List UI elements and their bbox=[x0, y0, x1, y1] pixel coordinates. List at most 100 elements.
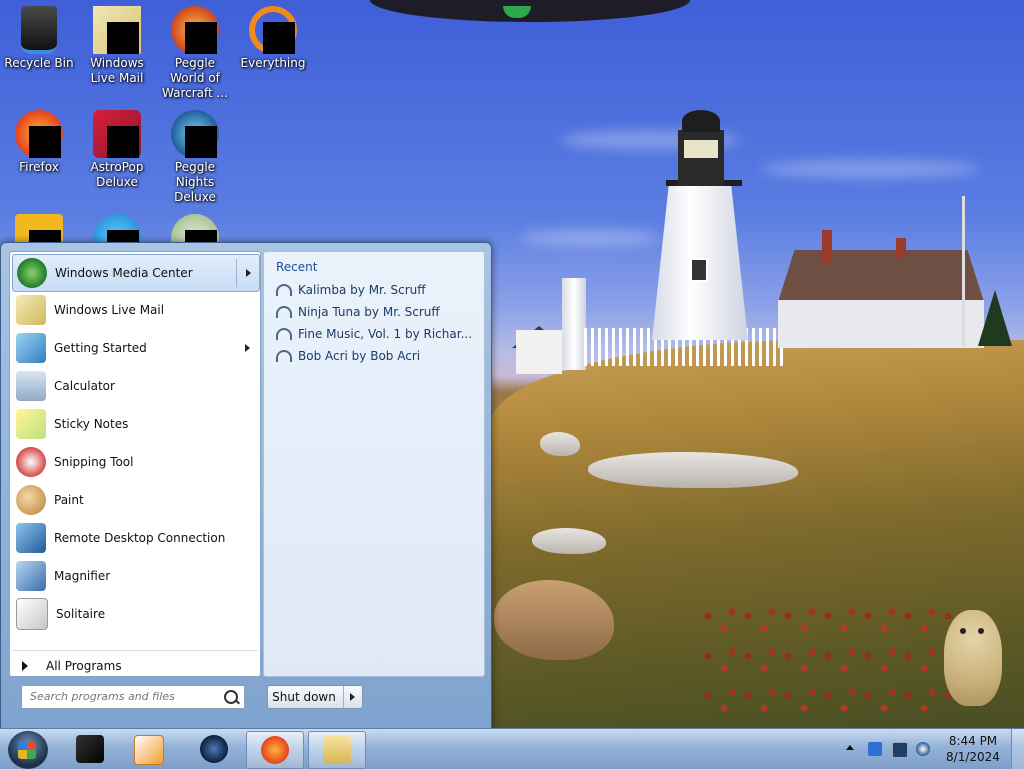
clock-date: 8/1/2024 bbox=[946, 750, 1000, 764]
program-magnifier[interactable]: Magnifier bbox=[12, 558, 258, 594]
calculator-icon bbox=[16, 371, 46, 401]
program-label: Snipping Tool bbox=[54, 455, 134, 469]
program-label: Solitaire bbox=[56, 607, 106, 621]
volume-icon[interactable] bbox=[916, 742, 930, 756]
desktop-icon-label: Recycle Bin bbox=[4, 56, 74, 70]
solitaire-icon bbox=[16, 598, 48, 630]
desktop-icon-label: AstroPop Deluxe bbox=[90, 160, 144, 189]
program-windows-live-mail[interactable]: Windows Live Mail bbox=[12, 292, 258, 328]
headphones-icon bbox=[276, 306, 292, 318]
desktop-icon-peggle-nights[interactable]: Peggle Nights Deluxe bbox=[156, 106, 234, 205]
program-calculator[interactable]: Calculator bbox=[12, 368, 258, 404]
submenu-arrow-icon[interactable] bbox=[246, 269, 251, 277]
gopher-mascot[interactable] bbox=[944, 610, 1002, 706]
program-getting-started[interactable]: Getting Started bbox=[12, 330, 258, 366]
remote-desktop-icon bbox=[16, 523, 46, 553]
recycle-bin-icon bbox=[21, 6, 57, 54]
taskbar-windows-explorer[interactable] bbox=[308, 731, 366, 769]
peggle-wow-icon bbox=[171, 6, 219, 54]
program-snipping-tool[interactable]: Snipping Tool bbox=[12, 444, 258, 480]
desktop-icon-astropop[interactable]: AstroPop Deluxe bbox=[78, 106, 156, 190]
desktop-icon-label: Everything bbox=[240, 56, 306, 70]
recent-item-label: Bob Acri by Bob Acri bbox=[298, 349, 421, 363]
firefox-icon bbox=[15, 110, 63, 158]
recent-pane: Recent Kalimba by Mr. Scruff Ninja Tuna … bbox=[263, 251, 485, 677]
snipping-tool-icon bbox=[16, 447, 46, 477]
program-label: Sticky Notes bbox=[54, 417, 129, 431]
desktop-icon-label: Windows Live Mail bbox=[90, 56, 144, 85]
search-icon[interactable] bbox=[224, 690, 238, 704]
submenu-arrow-icon[interactable] bbox=[245, 344, 250, 352]
clock[interactable]: 8:44 PM 8/1/2024 bbox=[942, 733, 1004, 765]
search-input[interactable] bbox=[28, 689, 222, 704]
network-icon[interactable] bbox=[892, 742, 908, 758]
windows-live-mail-icon bbox=[16, 295, 46, 325]
start-menu: Windows Media Center Windows Live Mail G… bbox=[0, 242, 492, 730]
taskbar-media-player[interactable] bbox=[120, 731, 176, 767]
show-desktop-button[interactable] bbox=[1011, 729, 1024, 769]
taskbar-firefox[interactable] bbox=[246, 731, 304, 769]
headphones-icon bbox=[276, 284, 292, 296]
media-player-icon bbox=[134, 735, 164, 765]
globe-icon bbox=[200, 735, 228, 763]
getting-started-icon bbox=[16, 333, 46, 363]
shed bbox=[516, 330, 562, 374]
start-button[interactable] bbox=[8, 731, 48, 769]
shutdown-label: Shut down bbox=[272, 690, 336, 704]
sticky-notes-icon bbox=[16, 409, 46, 439]
wildflowers bbox=[700, 600, 960, 740]
desktop-icon-peggle-wow[interactable]: Peggle World of Warcraft ... bbox=[156, 2, 234, 101]
program-paint[interactable]: Paint bbox=[12, 482, 258, 518]
recent-item[interactable]: Fine Music, Vol. 1 by Richar... bbox=[276, 324, 472, 344]
program-label: Windows Live Mail bbox=[54, 303, 165, 317]
taskbar-app-3[interactable] bbox=[186, 731, 242, 767]
program-remote-desktop-connection[interactable]: Remote Desktop Connection bbox=[12, 520, 258, 556]
clock-time: 8:44 PM bbox=[948, 734, 998, 748]
paint-icon bbox=[16, 485, 46, 515]
show-hidden-icons-icon[interactable] bbox=[846, 745, 854, 750]
recent-item[interactable]: Ninja Tuna by Mr. Scruff bbox=[276, 302, 440, 322]
all-programs-label: All Programs bbox=[46, 659, 122, 673]
desktop-icon-label: Firefox bbox=[19, 160, 59, 174]
program-label: Remote Desktop Connection bbox=[54, 531, 226, 545]
program-sticky-notes[interactable]: Sticky Notes bbox=[12, 406, 258, 442]
recent-item[interactable]: Bob Acri by Bob Acri bbox=[276, 346, 420, 366]
windows-logo-icon bbox=[18, 741, 36, 759]
bell-tower bbox=[562, 278, 586, 370]
program-label: Magnifier bbox=[54, 569, 111, 583]
shutdown-options-arrow-icon[interactable] bbox=[343, 686, 362, 708]
shutdown-button[interactable]: Shut down bbox=[267, 685, 363, 709]
taskbar-app-1[interactable] bbox=[62, 731, 118, 767]
program-label: Getting Started bbox=[54, 341, 147, 355]
rock bbox=[588, 452, 798, 488]
action-center-icon[interactable] bbox=[868, 742, 882, 756]
keeper-house bbox=[778, 300, 984, 348]
system-tray: 8:44 PM 8/1/2024 bbox=[842, 729, 1024, 769]
desktop-icon-recycle-bin[interactable]: Recycle Bin bbox=[0, 2, 78, 71]
desktop-icon-windows-live-mail[interactable]: Windows Live Mail bbox=[78, 2, 156, 86]
recent-heading: Recent bbox=[276, 260, 318, 274]
program-solitaire[interactable]: Solitaire bbox=[12, 596, 258, 632]
program-windows-media-center[interactable]: Windows Media Center bbox=[12, 254, 260, 292]
desktop-icon-label: Peggle Nights Deluxe bbox=[174, 160, 216, 204]
desktop-icon-label: Peggle World of Warcraft ... bbox=[162, 56, 228, 100]
all-programs-button[interactable]: All Programs bbox=[12, 650, 258, 681]
desktop-icon-firefox[interactable]: Firefox bbox=[0, 106, 78, 175]
all-programs-arrow-icon bbox=[22, 661, 28, 671]
headphones-icon bbox=[276, 328, 292, 340]
top-widget-bar bbox=[370, 0, 690, 22]
magnifier-icon bbox=[16, 561, 46, 591]
everything-icon bbox=[249, 6, 297, 54]
taskbar: 8:44 PM 8/1/2024 bbox=[0, 728, 1024, 769]
recent-item-label: Ninja Tuna by Mr. Scruff bbox=[298, 305, 440, 319]
peggle-nights-icon bbox=[171, 110, 219, 158]
recent-item-label: Kalimba by Mr. Scruff bbox=[298, 283, 426, 297]
desktop-icon-everything[interactable]: Everything bbox=[234, 2, 312, 71]
program-label: Windows Media Center bbox=[55, 266, 193, 280]
recent-item[interactable]: Kalimba by Mr. Scruff bbox=[276, 280, 426, 300]
folder-icon bbox=[323, 736, 351, 764]
windows-live-mail-icon bbox=[93, 6, 141, 54]
search-box[interactable] bbox=[21, 685, 245, 709]
program-label: Paint bbox=[54, 493, 84, 507]
windows-media-center-icon bbox=[17, 258, 47, 288]
